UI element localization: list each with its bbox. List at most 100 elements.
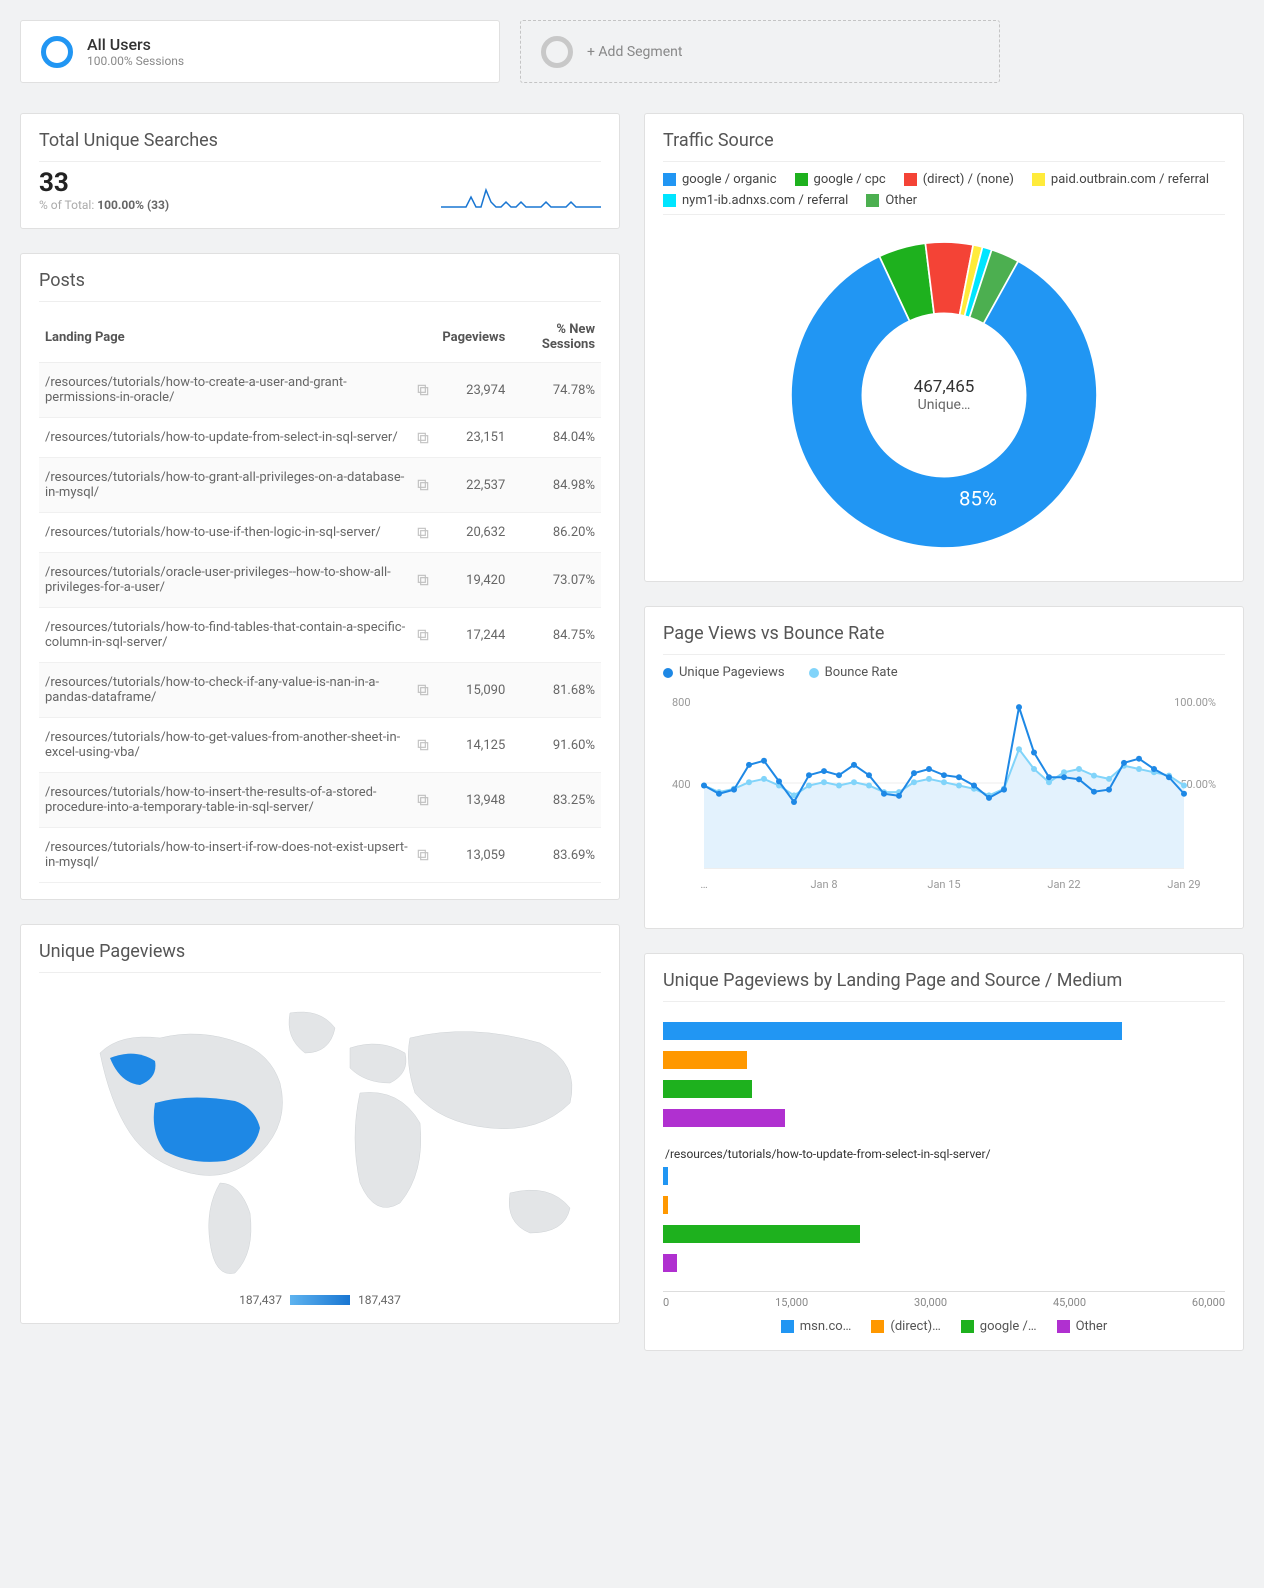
segment-donut-icon: [41, 36, 73, 68]
col-landing-page[interactable]: Landing Page: [39, 312, 436, 363]
dot-icon: [663, 668, 673, 678]
table-row[interactable]: /resources/tutorials/how-to-insert-the-r…: [39, 773, 601, 828]
hbar-row[interactable]: [663, 1192, 1225, 1218]
svg-text:800: 800: [672, 696, 691, 709]
table-row[interactable]: /resources/tutorials/how-to-find-tables-…: [39, 608, 601, 663]
hbar-title: Unique Pageviews by Landing Page and Sou…: [663, 970, 1225, 1002]
open-link-icon[interactable]: [416, 431, 430, 445]
traffic-title: Traffic Source: [663, 130, 1225, 162]
hbar-row[interactable]: [663, 1163, 1225, 1189]
new-sessions-cell: 91.60%: [511, 718, 601, 773]
searches-value: 33: [39, 168, 169, 198]
open-link-icon[interactable]: [416, 383, 430, 397]
swatch-icon: [663, 194, 676, 207]
pageviews-cell: 19,420: [436, 553, 511, 608]
new-sessions-cell: 83.69%: [511, 828, 601, 883]
posts-table: Landing Page Pageviews % New Sessions /r…: [39, 312, 601, 883]
new-sessions-cell: 86.20%: [511, 513, 601, 553]
pageviews-cell: 13,059: [436, 828, 511, 883]
posts-title: Posts: [39, 270, 601, 302]
hbar-row[interactable]: [663, 1105, 1225, 1131]
open-link-icon[interactable]: [416, 738, 430, 752]
open-link-icon[interactable]: [416, 573, 430, 587]
add-segment-button[interactable]: + Add Segment: [520, 20, 1000, 83]
segment-title: All Users: [87, 35, 184, 54]
col-pageviews[interactable]: Pageviews: [436, 312, 511, 363]
col-new-sessions[interactable]: % New Sessions: [511, 312, 601, 363]
traffic-legend: google / organic google / cpc (direct) / (…: [663, 172, 1225, 215]
dot-icon: [809, 668, 819, 678]
landing-page-text: /resources/tutorials/how-to-insert-the-r…: [45, 785, 408, 815]
pageviews-cell: 15,090: [436, 663, 511, 718]
new-sessions-cell: 74.78%: [511, 363, 601, 418]
traffic-card: Traffic Source google / organicgoogle / …: [644, 113, 1244, 582]
new-sessions-cell: 73.07%: [511, 553, 601, 608]
hbar-row[interactable]: [663, 1047, 1225, 1073]
hbar-row[interactable]: [663, 1018, 1225, 1044]
table-row[interactable]: /resources/tutorials/how-to-get-values-f…: [39, 718, 601, 773]
svg-text:…: …: [700, 878, 707, 891]
landing-page-text: /resources/tutorials/how-to-insert-if-ro…: [45, 840, 408, 870]
open-link-icon[interactable]: [416, 478, 430, 492]
new-sessions-cell: 81.68%: [511, 663, 601, 718]
map-scale: 187,437 187,437: [39, 1293, 601, 1307]
pv-bounce-title: Page Views vs Bounce Rate: [663, 623, 1225, 655]
table-row[interactable]: /resources/tutorials/how-to-update-from-…: [39, 418, 601, 458]
world-map[interactable]: [39, 983, 601, 1283]
legend-item[interactable]: paid.outbrain.com / referral: [1032, 172, 1209, 187]
pv-bounce-chart[interactable]: 800 400 100.00% 50.00% …Jan 8Jan 15Jan 2…: [663, 688, 1225, 908]
searches-sparkline: [441, 182, 601, 212]
hbar-chart[interactable]: /resources/tutorials/how-to-update-from-…: [663, 1012, 1225, 1285]
hbar-axis: 015,00030,00045,00060,000: [663, 1291, 1225, 1309]
legend-item[interactable]: (direct)…: [871, 1319, 940, 1334]
open-link-icon[interactable]: [416, 683, 430, 697]
swatch-icon: [781, 1320, 794, 1333]
open-link-icon[interactable]: [416, 848, 430, 862]
landing-page-text: /resources/tutorials/how-to-use-if-then-…: [45, 525, 408, 540]
pageviews-cell: 13,948: [436, 773, 511, 828]
new-sessions-cell: 84.04%: [511, 418, 601, 458]
swatch-icon: [866, 194, 879, 207]
legend-item[interactable]: (direct) / (none): [904, 172, 1014, 187]
legend-item[interactable]: Other: [1057, 1319, 1108, 1334]
swatch-icon: [663, 173, 676, 186]
pageviews-cell: 14,125: [436, 718, 511, 773]
legend-item[interactable]: google / organic: [663, 172, 777, 187]
searches-card: Total Unique Searches 33 % of Total: 100…: [20, 113, 620, 229]
open-link-icon[interactable]: [416, 793, 430, 807]
pageviews-cell: 23,974: [436, 363, 511, 418]
table-row[interactable]: /resources/tutorials/how-to-create-a-use…: [39, 363, 601, 418]
hbar-group-label: /resources/tutorials/how-to-update-from-…: [665, 1147, 1225, 1161]
pageviews-cell: 20,632: [436, 513, 511, 553]
segment-all-users[interactable]: All Users 100.00% Sessions: [20, 20, 500, 83]
pv-bounce-card: Page Views vs Bounce Rate Unique Pagevie…: [644, 606, 1244, 929]
legend-item[interactable]: google /…: [961, 1319, 1037, 1334]
donut-center-label: Unique…: [914, 397, 975, 413]
legend-item[interactable]: Other: [866, 193, 917, 208]
new-sessions-cell: 83.25%: [511, 773, 601, 828]
legend-item[interactable]: msn.co…: [781, 1319, 852, 1334]
pageviews-cell: 23,151: [436, 418, 511, 458]
open-link-icon[interactable]: [416, 628, 430, 642]
table-row[interactable]: /resources/tutorials/how-to-use-if-then-…: [39, 513, 601, 553]
swatch-icon: [904, 173, 917, 186]
open-link-icon[interactable]: [416, 526, 430, 540]
hbar-row[interactable]: [663, 1250, 1225, 1276]
svg-text:Jan 22: Jan 22: [1047, 878, 1080, 891]
landing-page-text: /resources/tutorials/oracle-user-privile…: [45, 565, 408, 595]
table-row[interactable]: /resources/tutorials/how-to-insert-if-ro…: [39, 828, 601, 883]
table-row[interactable]: /resources/tutorials/how-to-check-if-any…: [39, 663, 601, 718]
landing-page-text: /resources/tutorials/how-to-get-values-f…: [45, 730, 408, 760]
svg-text:100.00%: 100.00%: [1174, 696, 1216, 709]
landing-page-text: /resources/tutorials/how-to-check-if-any…: [45, 675, 408, 705]
swatch-icon: [961, 1320, 974, 1333]
table-row[interactable]: /resources/tutorials/how-to-grant-all-pr…: [39, 458, 601, 513]
gradient-bar-icon: [290, 1295, 350, 1305]
legend-item[interactable]: nym1-ib.adnxs.com / referral: [663, 193, 848, 208]
legend-item[interactable]: google / cpc: [795, 172, 886, 187]
table-row[interactable]: /resources/tutorials/oracle-user-privile…: [39, 553, 601, 608]
swatch-icon: [1032, 173, 1045, 186]
hbar-row[interactable]: [663, 1076, 1225, 1102]
hbar-legend: msn.co… (direct)… google /… Other: [663, 1319, 1225, 1334]
hbar-row[interactable]: [663, 1221, 1225, 1247]
